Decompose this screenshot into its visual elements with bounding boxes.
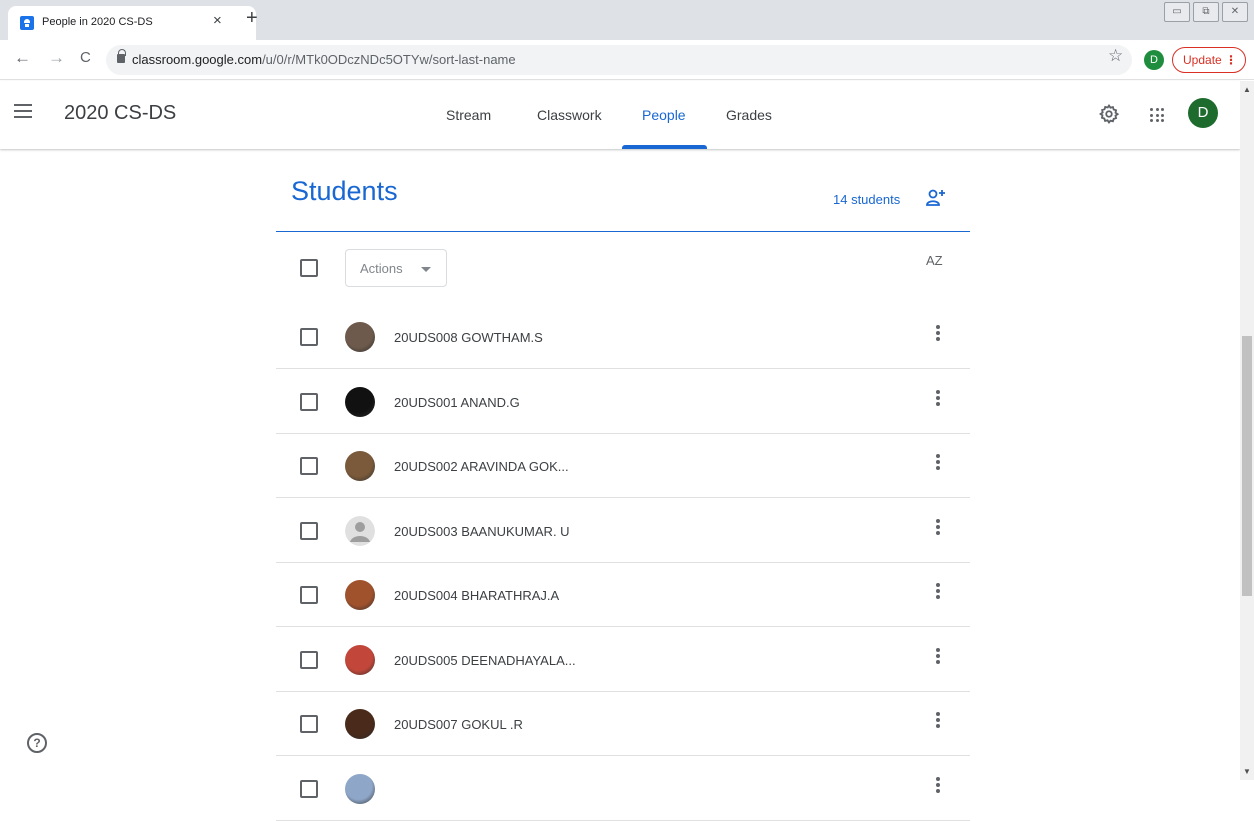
classroom-header: 2020 CS-DS Stream Classwork People Grade… xyxy=(0,81,1240,149)
student-count: 14 students xyxy=(833,192,901,207)
more-options-icon[interactable] xyxy=(930,325,946,345)
lock-icon xyxy=(117,49,126,63)
page-scrollbar[interactable]: ▲ ▼ xyxy=(1240,81,1254,780)
forward-icon[interactable]: → xyxy=(48,48,65,68)
update-button[interactable]: Update ⋮ xyxy=(1172,47,1246,73)
students-divider xyxy=(276,231,970,232)
more-options-icon[interactable] xyxy=(930,583,946,603)
student-name: 20UDS005 DEENADHAYALA... xyxy=(394,652,576,668)
student-row[interactable]: 20UDS001 ANAND.G xyxy=(276,370,970,434)
student-checkbox[interactable] xyxy=(300,715,318,733)
dropdown-arrow-icon xyxy=(421,267,431,272)
more-options-icon[interactable] xyxy=(930,647,946,668)
tab-classwork[interactable]: Classwork xyxy=(537,107,602,123)
active-tab-indicator xyxy=(622,145,707,149)
scrollbar-thumb[interactable] xyxy=(1242,336,1252,596)
select-all-checkbox[interactable] xyxy=(300,259,318,277)
more-options-icon[interactable] xyxy=(930,454,946,474)
hamburger-menu-icon[interactable] xyxy=(14,104,32,118)
reload-icon[interactable]: C xyxy=(80,49,91,66)
student-checkbox[interactable] xyxy=(300,457,318,475)
more-options-icon[interactable] xyxy=(930,712,946,732)
browser-tab[interactable]: People in 2020 CS-DS × xyxy=(8,6,256,40)
classroom-favicon-icon xyxy=(20,16,34,30)
student-checkbox[interactable] xyxy=(300,521,318,540)
new-tab-icon[interactable]: + xyxy=(246,7,258,30)
student-row[interactable]: 20UDS007 GOKUL .R xyxy=(276,692,970,756)
google-apps-icon[interactable] xyxy=(1150,108,1164,122)
tab-stream[interactable]: Stream xyxy=(446,107,491,123)
student-row[interactable]: 20UDS008 GOWTHAM.S xyxy=(276,305,970,369)
tab-grades[interactable]: Grades xyxy=(726,107,772,123)
student-row[interactable]: 20UDS005 DEENADHAYALA... xyxy=(276,628,970,692)
student-avatar xyxy=(345,322,375,352)
address-url: classroom.google.com/u/0/r/MTk0ODczNDc5O… xyxy=(132,52,516,67)
row-divider xyxy=(276,819,970,821)
bookmark-star-icon[interactable]: ☆ xyxy=(1108,46,1123,66)
close-tab-icon[interactable]: × xyxy=(213,12,222,29)
gear-icon[interactable] xyxy=(1098,103,1120,125)
invite-student-icon[interactable] xyxy=(926,189,946,207)
students-heading: Students xyxy=(291,176,398,206)
more-options-icon[interactable] xyxy=(930,389,946,410)
update-menu-icon: ⋮ xyxy=(1225,53,1237,67)
tab-people[interactable]: People xyxy=(642,107,686,123)
close-window-icon[interactable]: ✕ xyxy=(1222,2,1248,22)
student-checkbox[interactable] xyxy=(300,328,318,346)
back-icon[interactable]: ← xyxy=(14,48,31,68)
student-name: 20UDS003 BAANUKUMAR. U xyxy=(394,523,570,539)
scroll-up-icon[interactable]: ▲ xyxy=(1243,85,1251,94)
student-avatar xyxy=(345,515,375,546)
actions-dropdown-label: Actions xyxy=(360,261,403,276)
update-button-label: Update xyxy=(1183,53,1222,67)
student-name: 20UDS008 GOWTHAM.S xyxy=(394,330,543,345)
student-avatar xyxy=(345,709,375,739)
student-name: 20UDS004 BHARATHRAJ.A xyxy=(394,588,560,603)
more-options-icon[interactable] xyxy=(930,518,946,539)
student-name: 20UDS002 ARAVINDA GOK... xyxy=(394,459,569,474)
student-row[interactable]: 20UDS002 ARAVINDA GOK... xyxy=(276,434,970,498)
browser-toolbar: ← → C classroom.google.com/u/0/r/MTk0ODc… xyxy=(0,40,1254,80)
browser-tab-title: People in 2020 CS-DS xyxy=(42,16,153,28)
student-row[interactable] xyxy=(276,757,970,821)
student-checkbox[interactable] xyxy=(300,779,318,798)
student-name: 20UDS001 ANAND.G xyxy=(394,394,520,410)
help-icon[interactable]: ? xyxy=(27,733,47,753)
sort-az-icon[interactable]: AZ xyxy=(926,253,943,268)
student-avatar xyxy=(345,644,375,675)
actions-dropdown[interactable]: Actions xyxy=(345,249,447,287)
student-checkbox[interactable] xyxy=(300,650,318,669)
student-checkbox[interactable] xyxy=(300,392,318,411)
address-bar[interactable]: classroom.google.com/u/0/r/MTk0ODczNDc5O… xyxy=(106,45,1132,75)
student-name: 20UDS007 GOKUL .R xyxy=(394,717,523,732)
browser-tab-strip: People in 2020 CS-DS × + ▭ ⧉ ✕ xyxy=(0,0,1254,40)
student-avatar xyxy=(345,580,375,610)
student-row[interactable]: 20UDS004 BHARATHRAJ.A xyxy=(276,563,970,627)
account-avatar[interactable]: D xyxy=(1188,98,1218,128)
student-avatar xyxy=(345,451,375,481)
student-avatar xyxy=(345,773,375,804)
restore-window-icon[interactable]: ⧉ xyxy=(1193,2,1219,22)
class-title[interactable]: 2020 CS-DS xyxy=(64,102,176,125)
browser-profile-avatar[interactable]: D xyxy=(1144,50,1164,70)
student-checkbox[interactable] xyxy=(300,586,318,604)
scroll-down-icon[interactable]: ▼ xyxy=(1243,767,1251,776)
minimize-window-icon[interactable]: ▭ xyxy=(1164,2,1190,22)
student-row[interactable]: 20UDS003 BAANUKUMAR. U xyxy=(276,499,970,563)
student-avatar xyxy=(345,386,375,417)
